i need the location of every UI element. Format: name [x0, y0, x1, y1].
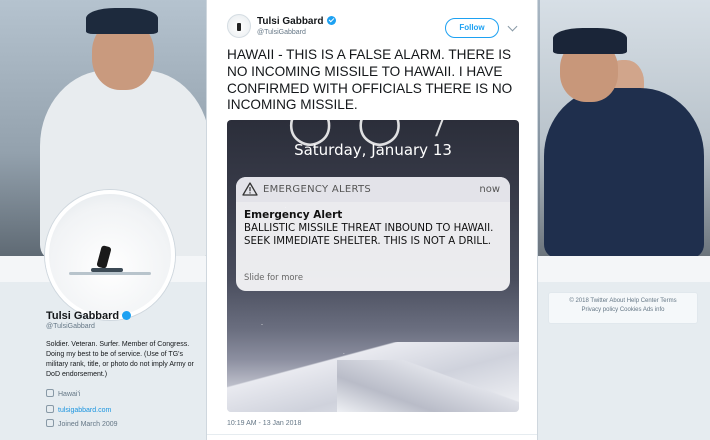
alert-action-hint: Slide for more [244, 272, 303, 282]
profile-website[interactable]: tulsigabbard.com [46, 405, 111, 414]
alert-app-name: EMERGENCY ALERTS [263, 184, 372, 195]
footer-links-line[interactable]: Privacy policy Cookies Ads info [555, 306, 691, 315]
tweet-modal: Tulsi Gabbard @TulsiGabbard Follow HAWAI… [206, 0, 538, 440]
verified-badge-icon [122, 311, 132, 320]
calendar-icon [46, 419, 54, 427]
tweet-text: HAWAII - THIS IS A FALSE ALARM. THERE IS… [227, 47, 513, 113]
verified-badge-icon [326, 16, 336, 25]
profile-location: Hawai'i [46, 389, 80, 398]
header-photo-figure [544, 88, 704, 256]
author-avatar[interactable] [227, 14, 251, 38]
alert-time: now [479, 184, 500, 195]
footer-links-line[interactable]: © 2018 Twitter About Help Center Terms [555, 297, 691, 306]
profile-name[interactable]: Tulsi Gabbard [46, 310, 132, 322]
author-name[interactable]: Tulsi Gabbard [257, 16, 336, 27]
tweet-timestamp[interactable]: 10:19 AM - 13 Jan 2018 [227, 420, 301, 427]
profile-website-link[interactable]: tulsigabbard.com [58, 407, 111, 414]
alert-title: Emergency Alert [244, 209, 343, 221]
warning-triangle-icon [242, 182, 258, 196]
chevron-down-icon[interactable] [507, 21, 518, 32]
footer-links: © 2018 Twitter About Help Center Terms P… [548, 292, 698, 324]
profile-joined-date: Joined March 2009 [46, 419, 118, 428]
link-icon [46, 405, 54, 413]
divider [207, 434, 537, 435]
location-pin-icon [46, 389, 54, 397]
profile-bio: Soldier. Veteran. Surfer. Member of Cong… [46, 341, 194, 378]
profile-handle[interactable]: @TulsiGabbard [46, 323, 95, 330]
tweet-media-image[interactable]: ◯ ◯ 7 Saturday, January 13 EMERGENCY ALE… [227, 120, 519, 412]
author-handle[interactable]: @TulsiGabbard [257, 29, 306, 36]
profile-avatar[interactable] [45, 190, 175, 320]
emergency-alert-notification: EMERGENCY ALERTS now Emergency Alert BAL… [236, 177, 510, 291]
follow-button[interactable]: Follow [445, 18, 499, 38]
lock-screen-date: Saturday, January 13 [294, 141, 452, 159]
alert-body: BALLISTIC MISSILE THREAT INBOUND TO HAWA… [244, 223, 494, 247]
